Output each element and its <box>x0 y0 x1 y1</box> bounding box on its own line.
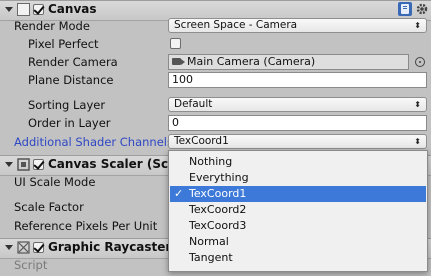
dropdown-option-tangent[interactable]: Tangent <box>170 250 426 266</box>
canvas-scaler-enabled-checkbox[interactable] <box>33 159 44 170</box>
canvas-title: Canvas <box>48 2 97 16</box>
foldout-arrow-icon[interactable] <box>3 158 16 171</box>
plane-distance-label: Plane Distance <box>28 73 114 87</box>
checkmark-icon: ✓ <box>174 187 184 200</box>
graphic-raycaster-enabled-checkbox[interactable] <box>33 242 44 253</box>
gear-icon[interactable] <box>415 2 429 16</box>
render-mode-value: Screen Space - Camera <box>174 19 298 31</box>
foldout-arrow-icon[interactable] <box>3 241 16 254</box>
sorting-layer-value: Default <box>174 98 213 110</box>
camera-icon <box>172 58 185 65</box>
dropdown-arrow-icon: ⬍ <box>414 21 421 30</box>
render-camera-field[interactable]: Main Camera (Camera) <box>168 54 409 70</box>
additional-shader-channels-value: TexCoord1 <box>174 135 229 147</box>
render-mode-label: Render Mode <box>14 19 90 33</box>
render-camera-value: Main Camera (Camera) <box>187 55 316 68</box>
dropdown-option-nothing[interactable]: Nothing <box>170 154 426 170</box>
script-label: Script <box>14 258 48 272</box>
additional-shader-channels-dropdown[interactable]: TexCoord1 ⬍ <box>168 134 427 149</box>
dropdown-option-normal[interactable]: Normal <box>170 234 426 250</box>
dropdown-arrow-icon: ⬍ <box>414 100 421 109</box>
render-camera-label: Render Camera <box>28 55 118 69</box>
plane-distance-input[interactable]: 100 <box>168 72 427 88</box>
foldout-arrow-icon[interactable] <box>3 3 16 16</box>
canvas-enabled-checkbox[interactable] <box>33 4 44 15</box>
sorting-layer-dropdown[interactable]: Default ⬍ <box>168 97 427 112</box>
book-help-icon[interactable] <box>398 2 412 16</box>
dropdown-option-everything[interactable]: Everything <box>170 170 426 186</box>
sorting-layer-label: Sorting Layer <box>28 98 106 112</box>
canvas-scaler-icon <box>17 158 30 171</box>
pixel-perfect-label: Pixel Perfect <box>28 37 99 51</box>
order-in-layer-label: Order in Layer <box>28 116 111 130</box>
order-in-layer-input[interactable]: 0 <box>168 115 427 131</box>
render-mode-dropdown[interactable]: Screen Space - Camera ⬍ <box>168 18 427 33</box>
dropdown-option-texcoord2[interactable]: TexCoord2 <box>170 202 426 218</box>
pixel-perfect-checkbox[interactable] <box>170 38 181 49</box>
scale-factor-label: Scale Factor <box>14 200 84 214</box>
additional-shader-channels-label: Additional Shader Channels <box>14 135 173 149</box>
graphic-raycaster-icon <box>17 241 30 254</box>
reference-pixels-per-unit-label: Reference Pixels Per Unit <box>14 219 158 233</box>
object-picker-icon[interactable] <box>415 57 425 67</box>
ui-scale-mode-label: UI Scale Mode <box>14 175 96 189</box>
canvas-component-icon <box>17 3 30 16</box>
dropdown-option-texcoord1[interactable]: ✓ TexCoord1 <box>170 186 426 202</box>
dropdown-option-texcoord3[interactable]: TexCoord3 <box>170 218 426 234</box>
dropdown-arrow-icon: ⬍ <box>414 137 421 146</box>
shader-channels-dropdown-menu[interactable]: Nothing Everything ✓ TexCoord1 TexCoord2… <box>168 150 428 272</box>
